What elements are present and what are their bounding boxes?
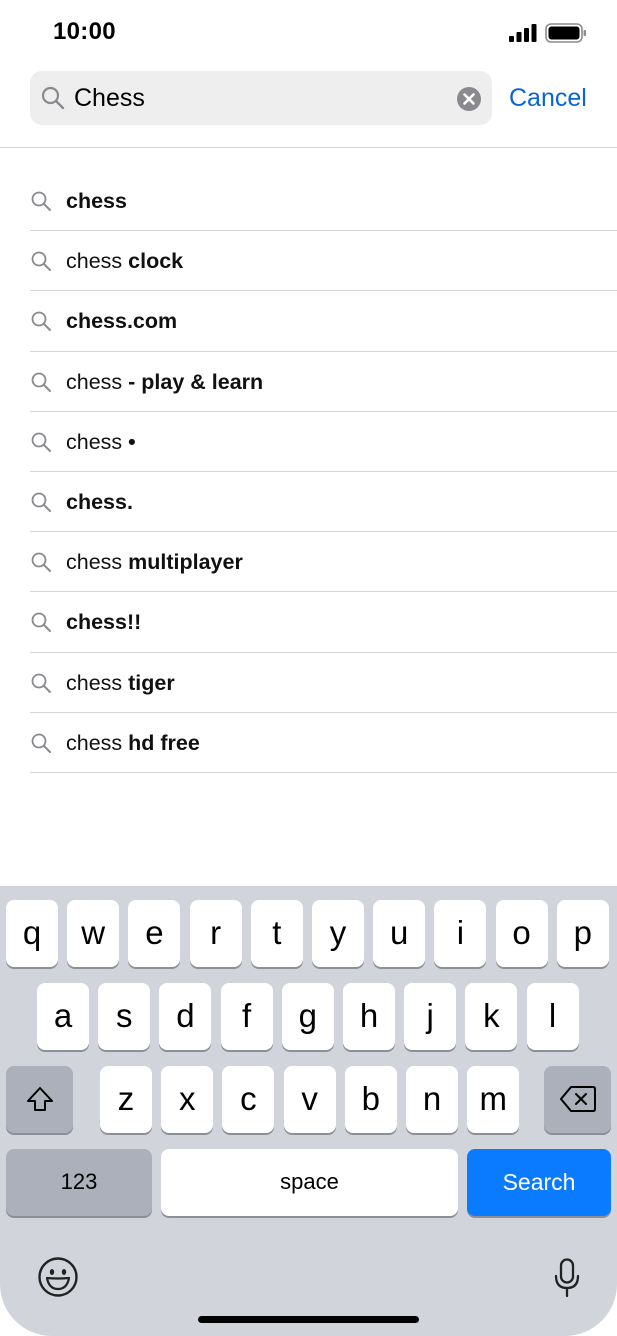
suggestion-item[interactable]: chess: [0, 171, 617, 232]
suggestion-completion-text: - play & learn: [128, 369, 264, 394]
key-x[interactable]: x: [161, 1066, 214, 1133]
space-key[interactable]: space: [161, 1149, 458, 1216]
key-t[interactable]: t: [250, 900, 303, 967]
suggestion-label: chess tiger: [66, 653, 175, 713]
key-z[interactable]: z: [100, 1066, 152, 1133]
key-f[interactable]: f: [220, 983, 273, 1050]
suggestion-typed-text: chess: [66, 730, 129, 755]
suggestion-completion-text: •: [128, 429, 136, 454]
suggestion-typed-text: chess: [66, 369, 129, 394]
suggestion-label: chess multiplayer: [66, 532, 243, 592]
key-j[interactable]: j: [404, 983, 457, 1050]
suggestion-item[interactable]: chess clock: [0, 231, 617, 292]
search-input[interactable]: [74, 71, 444, 125]
row-divider: [30, 771, 617, 773]
key-y[interactable]: y: [312, 900, 364, 967]
suggestion-item[interactable]: chess!!: [0, 592, 617, 653]
search-icon: [41, 86, 65, 110]
suggestion-completion-text: chess.com: [66, 309, 178, 334]
suggestion-item[interactable]: chess - play & learn: [0, 352, 617, 412]
suggestion-label: chess clock: [66, 231, 183, 291]
suggestion-label: chess •: [66, 412, 136, 472]
suggestion-item[interactable]: chess multiplayer: [0, 532, 617, 593]
suggestion-list: chess chess clock chess.com chess - play & …: [0, 171, 617, 773]
suggestion-label: chess - play & learn: [66, 352, 263, 412]
key-d[interactable]: d: [159, 983, 212, 1050]
delete-key[interactable]: [544, 1066, 611, 1133]
cancel-button[interactable]: Cancel: [509, 80, 587, 116]
suggestion-completion-text: multiplayer: [128, 550, 243, 575]
key-s[interactable]: s: [98, 983, 151, 1050]
key-l[interactable]: l: [526, 983, 579, 1050]
suggestion-completion-text: chess!!: [66, 610, 142, 635]
suggestion-label: chess.com: [66, 291, 177, 351]
suggestion-item[interactable]: chess •: [0, 412, 617, 472]
suggestion-item[interactable]: chess.: [0, 472, 617, 533]
search-key[interactable]: Search: [467, 1149, 611, 1216]
search-icon: [31, 432, 51, 452]
battery-full-icon: [545, 23, 586, 43]
microphone-icon[interactable]: [553, 1258, 581, 1298]
key-o[interactable]: o: [495, 900, 548, 967]
header-divider: [0, 147, 617, 148]
suggestion-item[interactable]: chess.com: [0, 291, 617, 352]
suggestion-label: chess!!: [66, 592, 141, 652]
search-icon: [31, 733, 51, 753]
key-v[interactable]: v: [283, 1066, 336, 1133]
suggestion-label: chess hd free: [66, 713, 200, 773]
key-i[interactable]: i: [434, 900, 487, 967]
shift-key[interactable]: [6, 1066, 73, 1133]
key-m[interactable]: m: [467, 1066, 520, 1133]
search-icon: [31, 191, 51, 211]
key-e[interactable]: e: [128, 900, 181, 967]
search-icon: [31, 673, 51, 693]
key-a[interactable]: a: [37, 983, 89, 1050]
status-time: 10:00: [53, 18, 116, 45]
suggestion-typed-text: chess: [66, 550, 129, 575]
suggestion-completion-text: tiger: [128, 670, 175, 695]
search-icon: [31, 251, 51, 272]
key-u[interactable]: u: [373, 900, 426, 967]
key-n[interactable]: n: [406, 1066, 458, 1133]
suggestion-item[interactable]: chess hd free: [0, 713, 617, 773]
suggestion-label: chess: [66, 171, 127, 231]
suggestion-completion-text: chess.: [66, 489, 133, 514]
key-g[interactable]: g: [281, 983, 334, 1050]
home-indicator: [198, 1316, 419, 1323]
keyboard: q w e r t y u i o p a s d f g h j k l z x c v b n m 123 space Search: [0, 886, 617, 1336]
numbers-key[interactable]: 123: [6, 1149, 152, 1216]
search-icon: [31, 492, 51, 512]
key-p[interactable]: p: [556, 900, 609, 967]
key-h[interactable]: h: [343, 983, 395, 1050]
key-r[interactable]: r: [189, 900, 242, 967]
key-c[interactable]: c: [222, 1066, 275, 1133]
search-icon: [31, 612, 51, 633]
suggestion-typed-text: chess: [66, 249, 129, 274]
key-q[interactable]: q: [6, 900, 58, 967]
suggestion-completion-text: chess: [66, 189, 127, 213]
search-icon: [31, 372, 51, 392]
suggestion-completion-text: clock: [128, 249, 184, 274]
emoji-icon[interactable]: [37, 1256, 79, 1298]
key-b[interactable]: b: [344, 1066, 397, 1133]
status-bar: 10:00: [0, 0, 617, 66]
search-icon: [31, 311, 51, 332]
suggestion-typed-text: chess: [66, 670, 129, 695]
suggestion-item[interactable]: chess tiger: [0, 653, 617, 713]
search-icon: [31, 552, 51, 573]
app-store-search-screen: 10:00 Cancel chesschess clockchess.comch…: [0, 0, 617, 1336]
signal-bars-icon: [509, 24, 537, 42]
suggestion-completion-text: hd free: [128, 730, 200, 755]
suggestion-typed-text: chess: [66, 429, 129, 454]
shift-icon: [26, 1087, 53, 1111]
search-bar[interactable]: [30, 71, 492, 125]
key-k[interactable]: k: [465, 983, 518, 1050]
clear-circle-icon[interactable]: [456, 86, 482, 112]
suggestion-label: chess.: [66, 472, 133, 532]
key-w[interactable]: w: [67, 900, 120, 967]
backspace-icon: [559, 1086, 596, 1112]
